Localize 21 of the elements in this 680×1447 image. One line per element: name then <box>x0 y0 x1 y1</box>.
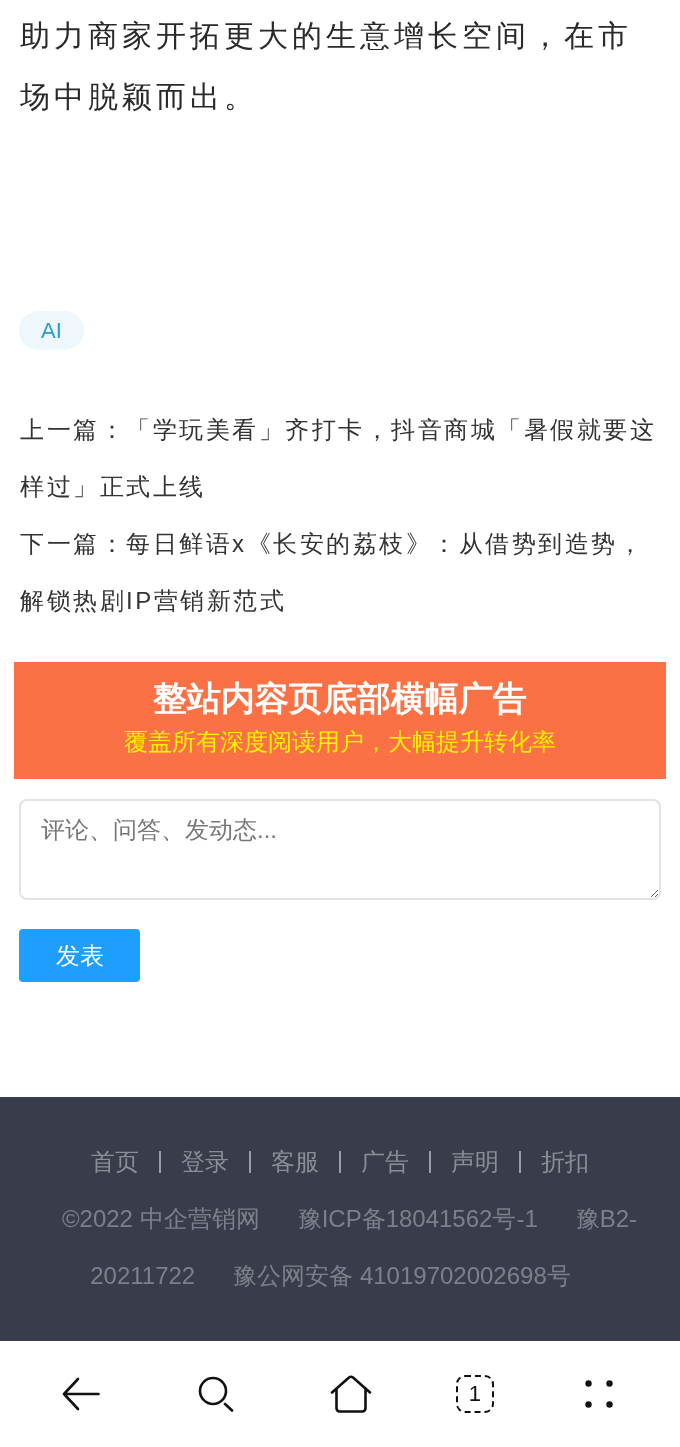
footer-info-text: ©2022 中企营销网 豫ICP备18041562号-1 豫B2-20211722 豫公网安备 41019702002698号 <box>60 1204 639 1291</box>
footer-link[interactable]: 广告 <box>361 1133 409 1190</box>
search-icon <box>198 1376 235 1412</box>
footer-link[interactable]: 登录 <box>181 1133 229 1190</box>
ad-banner-subtitle: 覆盖所有深度阅读用户，大幅提升转化率 <box>124 727 556 757</box>
comment-field[interactable]: 评论、问答、发动态... <box>19 799 661 900</box>
menu-icon <box>584 1380 613 1408</box>
ad-banner[interactable]: 整站内容页底部横幅广告 覆盖所有深度阅读用户，大幅提升转化率 <box>14 662 666 779</box>
footer-link[interactable]: 声明 <box>451 1133 499 1190</box>
article-nav-link[interactable]: 下一篇：每日鲜语x《长安的荔枝》：从借势到造势，解锁热剧IP营销新范式 <box>20 515 660 629</box>
submit-button[interactable]: 发表 <box>19 929 140 982</box>
tabs-button[interactable]: 1 <box>455 1375 494 1413</box>
article-nav-link[interactable]: 上一篇：「学玩美看」齐打卡，抖音商城「暑假就要这样过」正式上线 <box>20 401 660 515</box>
back-arrow-icon <box>62 1377 101 1411</box>
footer-link[interactable]: 首页 <box>91 1133 139 1190</box>
footer-link[interactable]: 客服 <box>271 1133 319 1190</box>
ad-banner-title: 整站内容页底部横幅广告 <box>153 678 527 719</box>
footer-link[interactable]: 折扣 <box>541 1133 589 1190</box>
article-paragraph: 助力商家开拓更大的生意增长空间，在市场中脱颖而出。 <box>20 18 633 115</box>
tag-chip[interactable]: AI <box>19 311 84 350</box>
home-icon <box>330 1375 372 1413</box>
